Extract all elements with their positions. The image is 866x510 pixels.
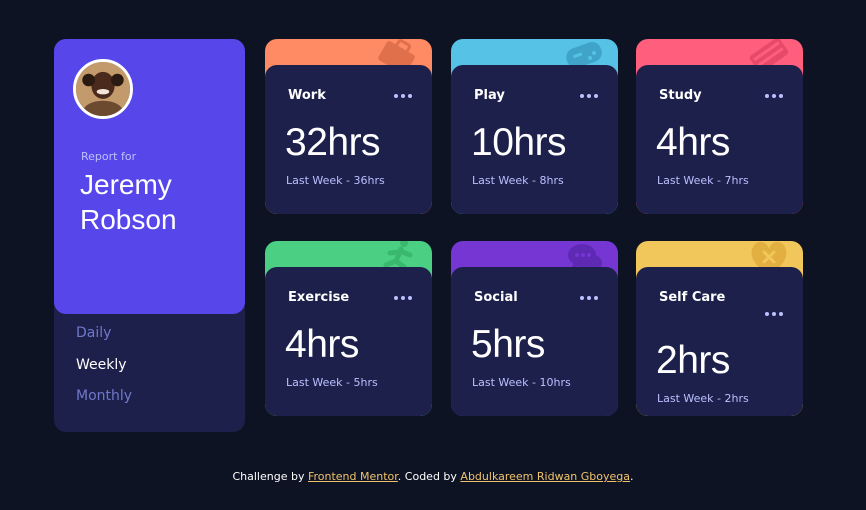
period-weekly[interactable]: Weekly: [76, 355, 132, 387]
footer-prefix: Challenge by: [232, 470, 305, 483]
card-work: Work 32hrs Last Week - 36hrs: [265, 39, 432, 214]
current-hours: 4hrs: [285, 323, 359, 366]
card-title: Social: [474, 290, 518, 305]
period-monthly[interactable]: Monthly: [76, 386, 132, 418]
current-hours: 10hrs: [471, 121, 567, 164]
footer: Challenge by Frontend Mentor. Coded by A…: [0, 470, 866, 483]
card-body: Work 32hrs Last Week - 36hrs: [265, 65, 432, 214]
report-for-label: Report for: [81, 150, 137, 163]
profile-card: Report for Jeremy Robson Daily Weekly Mo…: [54, 39, 245, 432]
previous-hours: Last Week - 36hrs: [286, 174, 385, 187]
period-switcher: Daily Weekly Monthly: [76, 323, 132, 418]
previous-hours: Last Week - 8hrs: [472, 174, 564, 187]
avatar: [73, 59, 133, 119]
card-exercise: Exercise 4hrs Last Week - 5hrs: [265, 241, 432, 416]
author-link[interactable]: Abdulkareem Ridwan Gboyega: [460, 470, 630, 483]
card-body: Self Care 2hrs Last Week - 2hrs: [636, 267, 803, 416]
user-name: Jeremy Robson: [80, 169, 177, 235]
current-hours: 4hrs: [656, 121, 730, 164]
card-title: Work: [288, 88, 326, 103]
profile-header: Report for Jeremy Robson: [54, 39, 245, 314]
previous-hours: Last Week - 2hrs: [657, 392, 749, 405]
card-social: Social 5hrs Last Week - 10hrs: [451, 241, 618, 416]
card-title: Self Care: [659, 290, 726, 305]
card-body: Exercise 4hrs Last Week - 5hrs: [265, 267, 432, 416]
current-hours: 32hrs: [285, 121, 381, 164]
ellipsis-icon[interactable]: [580, 296, 598, 300]
ellipsis-icon[interactable]: [765, 312, 783, 316]
footer-suffix: .: [630, 470, 634, 483]
previous-hours: Last Week - 7hrs: [657, 174, 749, 187]
ellipsis-icon[interactable]: [394, 94, 412, 98]
card-body: Social 5hrs Last Week - 10hrs: [451, 267, 618, 416]
frontend-mentor-link[interactable]: Frontend Mentor: [308, 470, 398, 483]
ellipsis-icon[interactable]: [394, 296, 412, 300]
card-study: Study 4hrs Last Week - 7hrs: [636, 39, 803, 214]
card-title: Study: [659, 88, 702, 103]
card-body: Play 10hrs Last Week - 8hrs: [451, 65, 618, 214]
previous-hours: Last Week - 10hrs: [472, 376, 571, 389]
current-hours: 5hrs: [471, 323, 545, 366]
card-self-care: Self Care 2hrs Last Week - 2hrs: [636, 241, 803, 416]
card-title: Exercise: [288, 290, 350, 305]
ellipsis-icon[interactable]: [765, 94, 783, 98]
card-body: Study 4hrs Last Week - 7hrs: [636, 65, 803, 214]
current-hours: 2hrs: [656, 339, 730, 382]
previous-hours: Last Week - 5hrs: [286, 376, 378, 389]
period-daily[interactable]: Daily: [76, 323, 132, 355]
card-title: Play: [474, 88, 505, 103]
footer-middle: . Coded by: [397, 470, 457, 483]
card-play: Play 10hrs Last Week - 8hrs: [451, 39, 618, 214]
ellipsis-icon[interactable]: [580, 94, 598, 98]
